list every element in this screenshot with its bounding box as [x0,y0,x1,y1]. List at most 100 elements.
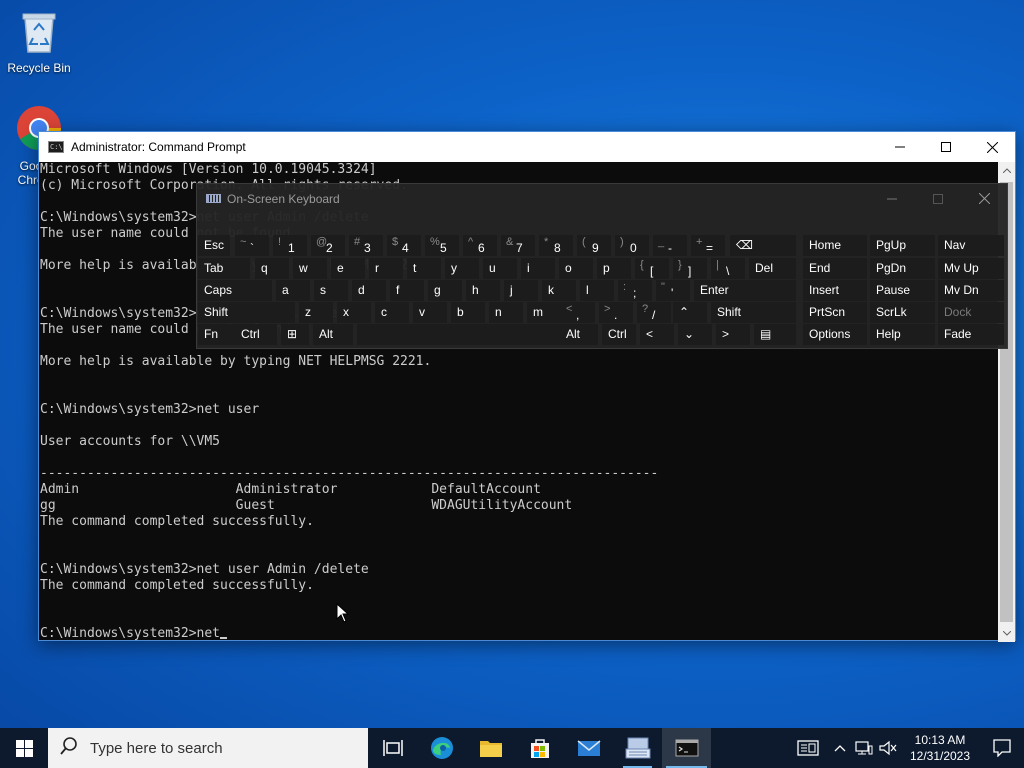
osk-key[interactable]: ⌃ [673,302,707,323]
osk-key[interactable]: & 7 [501,235,535,256]
osk-key[interactable]: d [352,280,386,301]
osk-key[interactable]: Dock [938,302,1004,323]
taskbar-mail-button[interactable] [564,728,613,768]
osk-key[interactable]: Nav [938,235,1004,256]
osk-key[interactable]: PgUp [870,235,935,256]
osk-key[interactable]: + = [691,235,725,256]
osk-key[interactable]: e [331,258,365,279]
news-widget-button[interactable] [788,728,828,768]
osk-key[interactable]: f [390,280,424,301]
window-titlebar[interactable]: C:\ Administrator: Command Prompt [39,132,1015,162]
osk-key[interactable]: m [527,302,561,323]
osk-key[interactable]: >. [599,302,633,323]
osk-key[interactable]: Insert [803,280,867,301]
osk-minimize-button[interactable] [869,184,915,213]
task-view-button[interactable] [368,728,417,768]
osk-key[interactable]: p [597,258,631,279]
osk-key[interactable]: | \ [711,258,745,279]
osk-close-button[interactable] [961,184,1007,213]
osk-key[interactable]: v [413,302,447,323]
osk-key[interactable]: Enter [694,280,796,301]
clock[interactable]: 10:13 AM 12/31/2023 [900,732,980,764]
osk-key[interactable]: _ - [653,235,687,256]
taskbar-edge-button[interactable] [417,728,466,768]
osk-key[interactable]: }] [673,258,707,279]
osk-key[interactable]: ^ 6 [463,235,497,256]
osk-key[interactable]: ScrLk [870,302,935,323]
notifications-button[interactable] [980,728,1024,768]
osk-key[interactable]: PrtScn [803,302,867,323]
osk-key[interactable]: Tab [198,258,250,279]
osk-key[interactable]: < [640,324,674,345]
osk-key[interactable]: End [803,258,867,279]
osk-titlebar[interactable]: On-Screen Keyboard [197,184,1007,213]
taskbar-cmd-button[interactable] [662,728,711,768]
osk-key[interactable]: Options [803,324,867,345]
osk-key[interactable]: ⌄ [678,324,712,345]
osk-key[interactable]: Alt [313,324,353,345]
scroll-down-arrow-icon[interactable] [998,625,1015,642]
osk-key[interactable]: ~ ` [235,235,269,256]
on-screen-keyboard-window[interactable]: On-Screen Keyboard Esc ~ `! 1 @2 #3 $4% 5 ^ 6 & 7 * 8… [196,183,1008,349]
osk-key[interactable]: i [521,258,555,279]
osk-key[interactable]: > [716,324,750,345]
osk-key[interactable]: h [466,280,500,301]
osk-key[interactable]: n [489,302,523,323]
osk-key[interactable]: s [314,280,348,301]
osk-key[interactable]: $4 [387,235,421,256]
osk-key[interactable]: (9 [577,235,611,256]
osk-key[interactable]: Fn [198,324,238,345]
osk-key[interactable]: a [276,280,310,301]
osk-key[interactable]: Help [870,324,935,345]
osk-key[interactable]: Mv Up [938,258,1004,279]
osk-key[interactable]: Del [749,258,796,279]
osk-key[interactable]: Pause [870,280,935,301]
osk-key[interactable]: ▤ [754,324,796,345]
osk-key[interactable]: y [445,258,479,279]
osk-key[interactable]: k [542,280,576,301]
scroll-up-arrow-icon[interactable] [998,162,1015,179]
close-button[interactable] [969,132,1015,162]
osk-key[interactable]: Home [803,235,867,256]
osk-key[interactable]: @2 [311,235,345,256]
volume-button[interactable] [876,728,900,768]
osk-key[interactable]: b [451,302,485,323]
osk-key[interactable]: {[ [635,258,669,279]
osk-key[interactable]: z [299,302,333,323]
osk-key[interactable]: w [293,258,327,279]
osk-key[interactable]: o [559,258,593,279]
osk-key[interactable]: ) 0 [615,235,649,256]
osk-key[interactable]: " ' [656,280,690,301]
osk-key[interactable]: u [483,258,517,279]
show-hidden-icons-button[interactable] [828,728,852,768]
osk-key[interactable]: q [255,258,289,279]
osk-key[interactable]: % 5 [425,235,459,256]
osk-key[interactable]: g [428,280,462,301]
osk-key[interactable]: c [375,302,409,323]
osk-key[interactable]: r [369,258,403,279]
minimize-button[interactable] [877,132,923,162]
osk-key[interactable]: ? / [637,302,671,323]
osk-key[interactable]: PgDn [870,258,935,279]
osk-key[interactable]: Alt [560,324,598,345]
start-button[interactable] [0,728,48,768]
osk-key[interactable]: #3 [349,235,383,256]
osk-key[interactable]: Caps [198,280,272,301]
osk-key[interactable]: ⊞ [281,324,309,345]
osk-key[interactable]: Shift [198,302,295,323]
osk-key[interactable]: Ctrl [235,324,277,345]
taskbar-file-explorer-button[interactable] [466,728,515,768]
osk-key[interactable]: Shift [711,302,796,323]
osk-key[interactable]: ⌫ [730,235,796,256]
osk-key[interactable]: * 8 [539,235,573,256]
maximize-button[interactable] [923,132,969,162]
osk-key[interactable]: Mv Dn [938,280,1004,301]
osk-key[interactable]: t [407,258,441,279]
search-box[interactable]: Type here to search [48,728,368,768]
osk-key[interactable]: x [337,302,371,323]
osk-key[interactable]: :; [618,280,652,301]
osk-key[interactable]: <, [561,302,595,323]
desktop-icon-recycle-bin[interactable]: Recycle Bin [2,8,76,75]
osk-key[interactable]: Fade [938,324,1004,345]
network-button[interactable] [852,728,876,768]
